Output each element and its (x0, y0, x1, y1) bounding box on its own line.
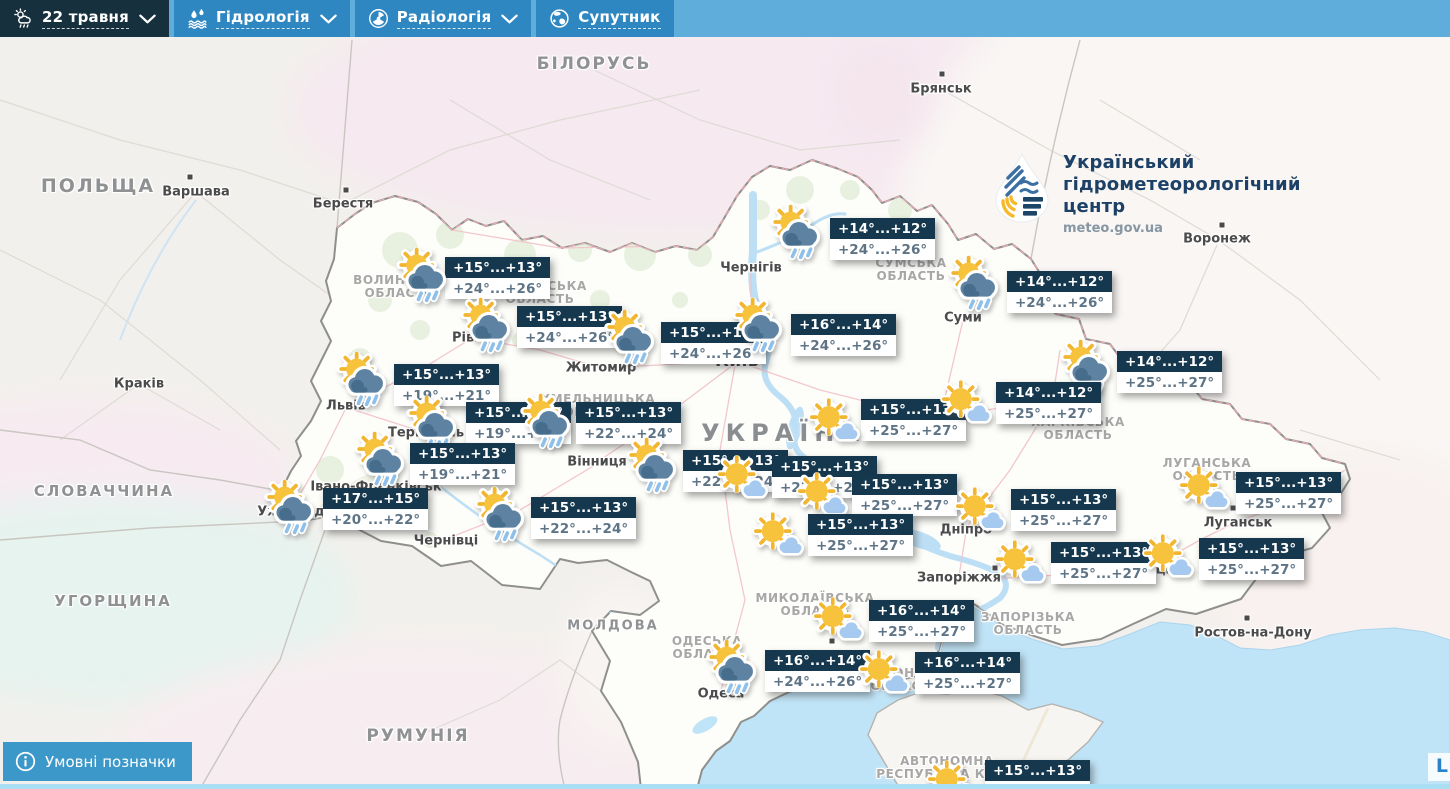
toolbar: 22 травня Гідрологія Радіологія Супутник (0, 0, 1450, 37)
temp-range-secondary: +19°...+21° (410, 464, 515, 485)
temp-range-secondary: +25°...+27° (1117, 372, 1222, 393)
temp-range-secondary: +25°...+27° (915, 673, 1020, 694)
temperature-badge: +15°...+13° +24°...+26° (445, 257, 550, 299)
temp-range-primary: +15°...+13° (531, 497, 636, 518)
sun-cloud-icon (714, 453, 768, 507)
sun-rain-icon (704, 638, 762, 696)
hydrology-icon (187, 8, 208, 29)
sun-rain-icon (458, 296, 516, 354)
sun-rain-icon (352, 430, 410, 488)
temperature-badge: +17°...+15° +20°...+22° (323, 488, 428, 530)
temp-range-secondary: +25°...+27° (869, 621, 974, 642)
temp-range-secondary: +25°...+27° (852, 495, 957, 516)
chevron-down-icon (320, 14, 337, 24)
legend-button[interactable]: Умовні позначки (3, 742, 192, 781)
sun-cloud-icon (1140, 532, 1194, 586)
bottom-strip (0, 784, 1450, 789)
temp-range-primary: +15°...+13° (1236, 472, 1341, 493)
tab-satellite[interactable]: Супутник (536, 0, 673, 37)
sun-cloud-icon (992, 538, 1046, 592)
temp-range-primary: +16°...+14° (915, 652, 1020, 673)
temp-range-secondary: +20°...+22° (323, 509, 428, 530)
chevron-down-icon (501, 14, 518, 24)
sun-cloud-icon (952, 485, 1006, 539)
satellite-icon (549, 8, 570, 29)
temp-range-secondary: +24°...+26° (830, 239, 935, 260)
sun-rain-icon (946, 254, 1004, 312)
tab-radiology[interactable]: Радіологія (355, 0, 532, 37)
temperature-badge: +15°...+13° +25°...+27° (808, 514, 913, 556)
temp-range-primary: +14°...+12° (1007, 271, 1112, 292)
temperature-badge: +15°...+13° +25°...+27° (1236, 472, 1341, 514)
temp-range-secondary: +24°...+26° (765, 671, 870, 692)
temp-range-secondary: +24°...+26° (791, 335, 896, 356)
temperature-badge: +14°...+12° +24°...+26° (1007, 271, 1112, 313)
temp-range-primary: +15°...+13° (410, 443, 515, 464)
sun-cloud-icon (856, 648, 910, 702)
temp-range-primary: +15°...+13° (576, 402, 681, 423)
temp-range-secondary: +25°...+27° (1199, 559, 1304, 580)
sun-cloud-icon (938, 378, 992, 432)
temp-range-secondary: +25°...+27° (996, 403, 1101, 424)
temp-range-secondary: +24°...+26° (1007, 292, 1112, 313)
temperature-badge: +14°...+12° +25°...+27° (996, 382, 1101, 424)
temp-range-secondary: +25°...+27° (1236, 493, 1341, 514)
temp-range-primary: +15°...+13° (394, 364, 499, 385)
sun-cloud-icon (810, 595, 864, 649)
sun-rain-icon (768, 203, 826, 261)
temperature-badge: +16°...+14° +25°...+27° (915, 652, 1020, 694)
temp-range-primary: +15°...+13° (808, 514, 913, 535)
info-icon (15, 751, 36, 772)
tab-label: Супутник (578, 9, 660, 29)
weather-stations-layer: +15°...+13° +24°...+26° +14°...+12° +24°… (0, 0, 1450, 789)
temperature-badge: +16°...+14° +24°...+26° (791, 314, 896, 356)
temp-range-primary: +16°...+14° (791, 314, 896, 335)
temp-range-primary: +15°...+13° (1199, 538, 1304, 559)
temperature-badge: +14°...+12° +25°...+27° (1117, 351, 1222, 393)
temp-range-primary: +15°...+13° (852, 474, 957, 495)
temp-range-primary: +16°...+14° (869, 600, 974, 621)
sun-cloud-icon (750, 510, 804, 564)
temperature-badge: +15°...+13° +22°...+24° (531, 497, 636, 539)
temp-range-primary: +15°...+13° (445, 257, 550, 278)
sun-rain-icon (334, 350, 392, 408)
radiology-icon (368, 8, 389, 29)
temp-range-secondary: +25°...+27° (1011, 510, 1116, 531)
temp-range-primary: +14°...+12° (1117, 351, 1222, 372)
temp-range-primary: +15°...+13° (985, 760, 1090, 781)
temperature-badge: +16°...+14° +25°...+27° (869, 600, 974, 642)
sun-rain-icon (624, 436, 682, 494)
legend-button-label: Умовні позначки (45, 753, 176, 771)
sun-rain-icon (730, 296, 788, 354)
temperature-badge: +14°...+12° +24°...+26° (830, 218, 935, 260)
temp-range-secondary: +22°...+24° (531, 518, 636, 539)
tab-label: Гідрологія (216, 9, 310, 29)
temperature-badge: +15°...+13° +25°...+27° (852, 474, 957, 516)
temperature-badge: +16°...+14° +24°...+26° (765, 650, 870, 692)
map-attribution[interactable]: L (1428, 753, 1450, 781)
sun-rain-icon (262, 478, 320, 536)
temp-range-primary: +14°...+12° (996, 382, 1101, 403)
weather-map-app: БІЛОРУСЬПОЛЬЩАСЛОВАЧЧИНАУГОРЩИНАРУМУНІЯМ… (0, 0, 1450, 789)
temp-range-primary: +15°...+13° (1011, 489, 1116, 510)
temperature-badge: +15°...+13° +25°...+27° (1199, 538, 1304, 580)
sun-rain-icon (602, 308, 660, 366)
tab-label: Радіологія (397, 9, 492, 29)
sun-cloud-icon (1176, 464, 1230, 518)
temperature-badge: +15°...+13° +19°...+21° (410, 443, 515, 485)
temperature-badge: +15°...+13° +25°...+27° (1011, 489, 1116, 531)
temp-range-primary: +14°...+12° (830, 218, 935, 239)
chevron-down-icon (139, 14, 156, 24)
sun-rain-icon (394, 246, 452, 304)
tab-label: 22 травня (42, 9, 129, 29)
sun-rain-icon (472, 485, 530, 543)
temp-range-secondary: +25°...+27° (808, 535, 913, 556)
weather-icon (13, 8, 34, 29)
temp-range-primary: +17°...+15° (323, 488, 428, 509)
sun-rain-icon (518, 392, 576, 450)
tab-date-selector[interactable]: 22 травня (0, 0, 169, 37)
temp-range-primary: +16°...+14° (765, 650, 870, 671)
sun-cloud-icon (806, 396, 860, 450)
tab-hydrology[interactable]: Гідрологія (174, 0, 350, 37)
